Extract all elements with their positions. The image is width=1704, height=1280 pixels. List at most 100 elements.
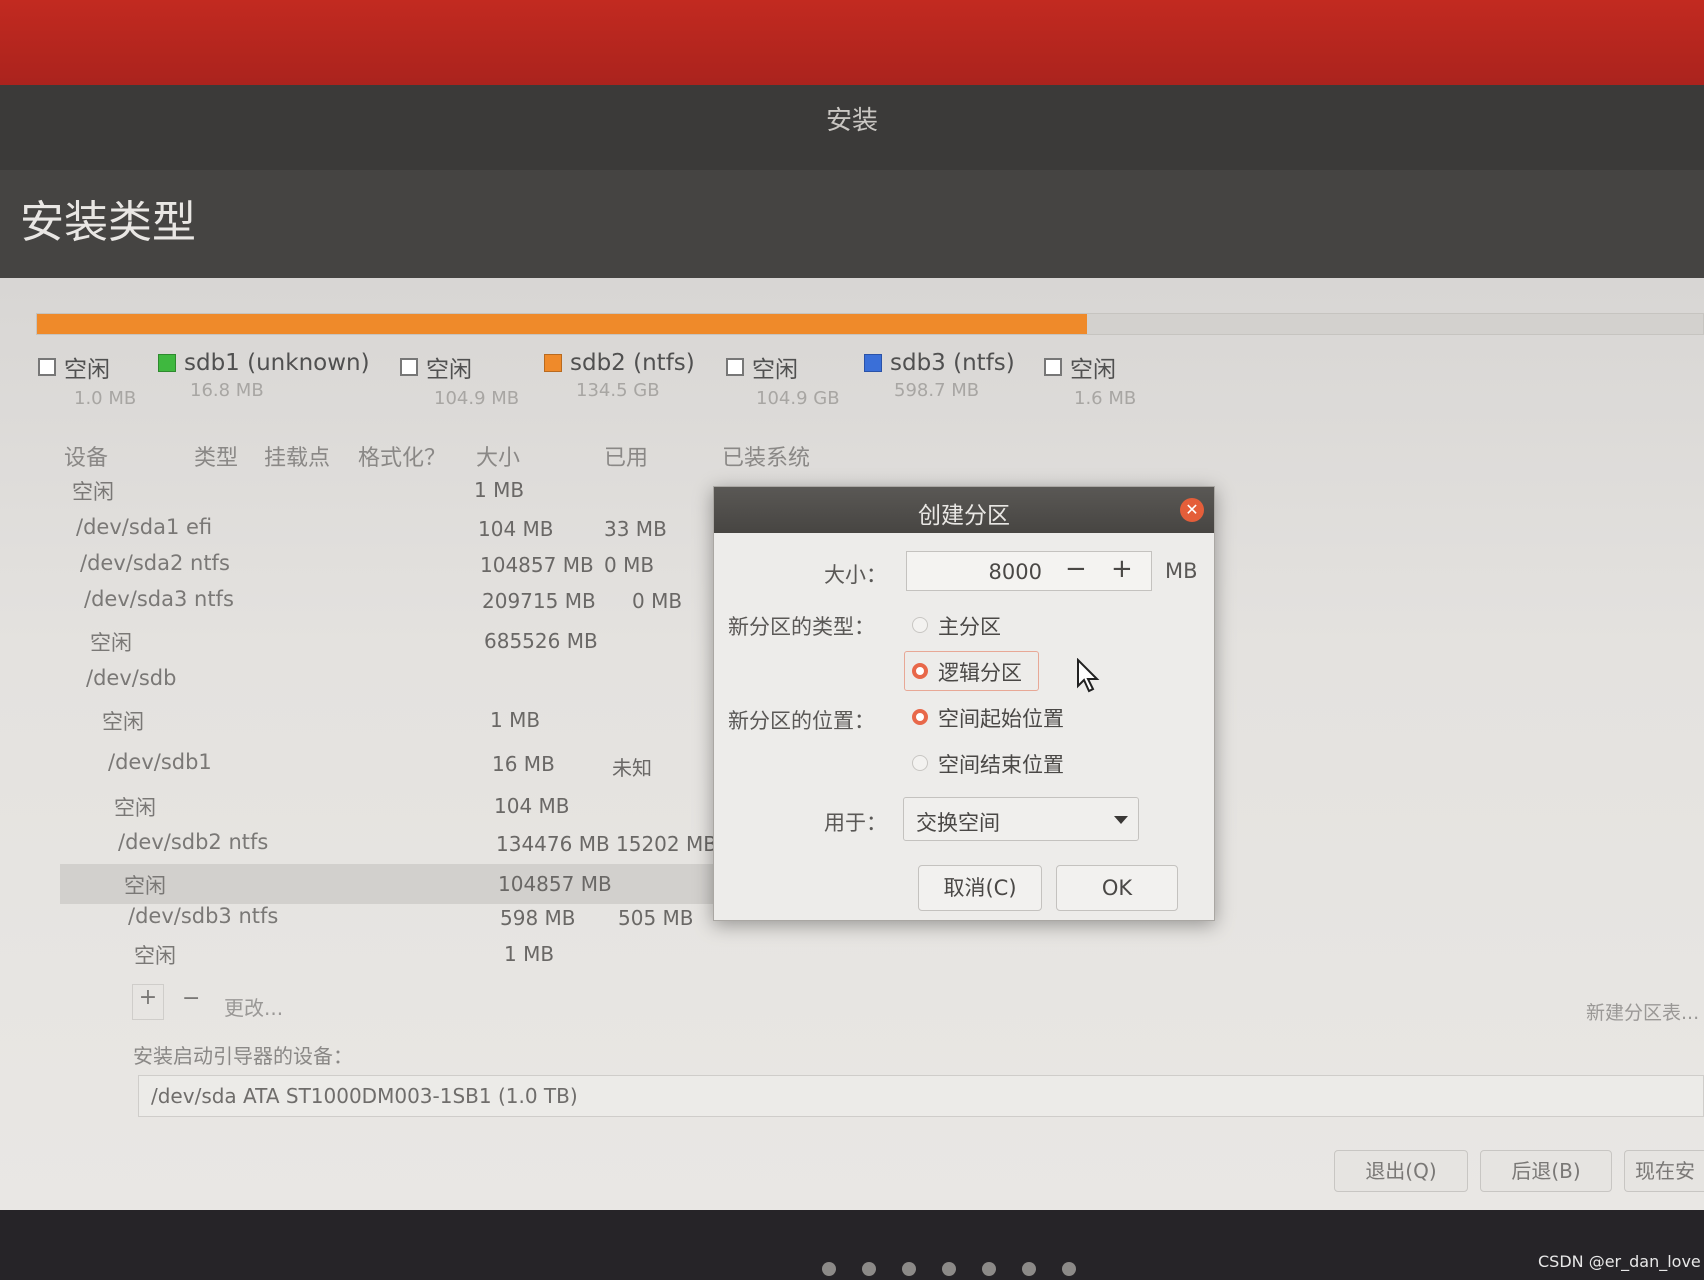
row-size: 134476 MB [496,832,610,856]
boot-loader-label: 安装启动引导器的设备： [133,1044,353,1068]
table-row[interactable]: /dev/sda3 ntfs 209715 MB 0 MB [60,587,720,623]
location-end-label[interactable]: 空间结束位置 [938,749,1064,779]
legend-size: 134.5 GB [576,380,660,401]
row-size: 1 MB [474,478,525,502]
legend-label: sdb1 (unknown) [184,350,370,376]
table-row[interactable]: /dev/sda2 ntfs 104857 MB 0 MB [60,551,720,587]
row-used: 未知 [612,756,652,780]
row-device: 空闲 [114,796,156,820]
column-header-system[interactable]: 已装系统 [722,440,810,472]
location-start-label[interactable]: 空间起始位置 [938,703,1064,733]
legend-item: 空闲 1.0 MB [38,350,136,409]
primary-partition-label[interactable]: 主分区 [938,611,1001,641]
table-row[interactable]: /dev/sdb2 ntfs 134476 MB 15202 MB [60,830,720,866]
row-device: 空闲 [134,944,176,968]
use-as-combobox[interactable]: 交换空间 [903,797,1139,841]
column-header-type[interactable]: 类型 [194,440,238,472]
close-icon[interactable]: ✕ [1180,498,1204,522]
row-device: /dev/sdb [86,666,177,690]
watermark: CSDN @er_dan_love [1538,1252,1701,1271]
dialog-title: 创建分区 [918,503,1010,529]
row-size: 104 MB [494,794,570,818]
radio-location-start[interactable] [912,709,928,725]
row-used: 0 MB [604,553,655,577]
page-indicator-dot [982,1262,996,1276]
row-device: 空闲 [124,874,166,898]
row-device: /dev/sda3 ntfs [84,587,234,611]
table-row[interactable]: 空闲 104 MB [60,792,720,828]
page-indicator-dot [862,1262,876,1276]
remove-partition-button[interactable]: − [182,986,200,1011]
legend-label: 空闲 [752,357,798,383]
row-device: 空闲 [102,710,144,734]
table-row[interactable]: /dev/sdb1 16 MB 未知 [60,750,720,786]
legend-swatch [38,358,56,376]
table-row[interactable]: 空闲 1 MB [60,476,720,512]
page-header [0,170,1704,278]
legend-label: 空闲 [1070,357,1116,383]
legend-size: 104.9 GB [756,388,840,409]
table-row[interactable]: /dev/sdb3 ntfs 598 MB 505 MB [60,904,720,940]
size-spinbutton[interactable]: 8000 − + [906,551,1152,591]
radio-primary-partition[interactable] [912,617,928,633]
size-value[interactable]: 8000 [907,560,1042,584]
legend-item: sdb1 (unknown) 16.8 MB [158,350,370,401]
table-row[interactable]: 空闲 1 MB [60,940,720,976]
partition-usage-fill [37,314,1087,334]
logical-partition-label[interactable]: 逻辑分区 [938,657,1022,687]
page-indicator-dot [822,1262,836,1276]
row-size: 104857 MB [498,872,612,896]
row-size: 598 MB [500,906,576,930]
legend-label: sdb3 (ntfs) [890,350,1015,376]
row-used: 505 MB [618,906,694,930]
table-row[interactable]: 空闲 1 MB [60,706,720,742]
column-header-size[interactable]: 大小 [476,440,520,472]
row-device: /dev/sdb1 [108,750,212,774]
dialog-titlebar: 创建分区 ✕ [714,487,1214,533]
radio-logical-partition[interactable] [912,663,928,679]
quit-button[interactable]: 退出(Q) [1334,1150,1468,1192]
legend-size: 1.6 MB [1074,388,1137,409]
decrement-button[interactable]: − [1065,554,1087,584]
row-size: 685526 MB [484,629,598,653]
install-now-button[interactable]: 现在安 [1624,1150,1704,1192]
back-button[interactable]: 后退(B) [1480,1150,1612,1192]
new-partition-table-button[interactable]: 新建分区表... [1586,998,1699,1025]
cancel-button[interactable]: 取消(C) [918,865,1042,911]
row-device: 空闲 [72,480,114,504]
change-partition-button[interactable]: 更改... [224,992,283,1021]
column-header-device[interactable]: 设备 [64,440,108,472]
radio-location-end[interactable] [912,755,928,771]
table-row-selected[interactable]: 空闲 104857 MB [60,864,720,904]
increment-button[interactable]: + [1111,554,1133,584]
legend-size: 16.8 MB [190,380,264,401]
column-header-format[interactable]: 格式化？ [358,440,446,472]
legend-item: 空闲 104.9 GB [726,350,840,409]
dock-area [0,1210,1704,1280]
partition-usage-bar [36,313,1704,335]
size-unit: MB [1165,559,1198,583]
legend-swatch [400,358,418,376]
legend-swatch [544,354,562,372]
add-partition-button[interactable]: + [132,984,164,1020]
table-row[interactable]: /dev/sdb [60,666,720,702]
row-size: 104 MB [478,517,554,541]
column-header-mount[interactable]: 挂载点 [264,440,330,472]
row-device: /dev/sda1 efi [76,515,213,539]
legend-swatch [1044,358,1062,376]
legend-label: 空闲 [64,357,110,383]
use-as-label: 用于： [824,811,887,835]
boot-loader-device-select[interactable]: /dev/sda ATA ST1000DM003-1SB1 (1.0 TB) [138,1075,1704,1117]
row-used: 33 MB [604,517,667,541]
create-partition-dialog: 创建分区 ✕ 大小： 8000 − + MB 新分区的类型： 主分区 逻辑分区 … [713,486,1215,921]
column-header-used[interactable]: 已用 [604,440,648,472]
row-device: /dev/sda2 ntfs [80,551,230,575]
legend-item: sdb2 (ntfs) 134.5 GB [544,350,695,401]
page-indicator-dot [1022,1262,1036,1276]
window-title: 安装 [825,106,878,136]
table-row[interactable]: 空闲 685526 MB [60,627,720,663]
partition-type-label: 新分区的类型： [728,615,875,639]
legend-size: 598.7 MB [894,380,980,401]
table-row[interactable]: /dev/sda1 efi 104 MB 33 MB [60,515,720,551]
ok-button[interactable]: OK [1056,865,1178,911]
